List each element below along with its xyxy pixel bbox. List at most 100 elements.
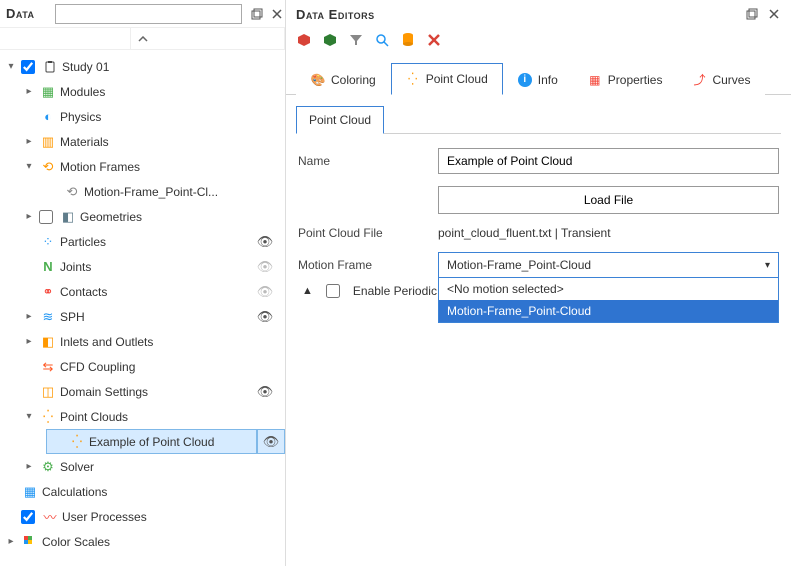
tab-coloring[interactable]: 🎨 Coloring [296, 63, 391, 95]
data-panel-title: Data [6, 6, 35, 21]
tree-row-contacts[interactable]: ▸ ⚭ Contacts 👁 [0, 279, 285, 304]
tree-label: SPH [60, 310, 251, 324]
checkbox-geometries[interactable] [39, 210, 53, 224]
close-icon[interactable] [767, 7, 781, 21]
filter-row [0, 28, 285, 50]
filter-cell-1[interactable] [0, 28, 131, 49]
chevron-down-icon[interactable]: ▾ [4, 61, 18, 72]
checkbox-user-processes[interactable] [21, 510, 35, 524]
tree-label: Motion Frames [60, 160, 279, 174]
chevron-right-icon[interactable]: ▸ [22, 311, 36, 322]
eye-icon[interactable]: 👁 [257, 309, 274, 325]
chevron-right-icon[interactable]: ▸ [4, 536, 18, 547]
chevron-right-icon[interactable]: ▸ [22, 86, 36, 97]
tab-info[interactable]: i Info [503, 63, 573, 95]
data-search-input[interactable] [55, 4, 242, 24]
tree-row-user-processes[interactable]: ▸ 〰 User Processes [0, 504, 285, 529]
tree-row-point-clouds[interactable]: ▾ ⁛ Point Clouds [0, 404, 285, 429]
tree-row-study[interactable]: ▾ Study 01 [0, 54, 285, 79]
tree-row-point-cloud-item[interactable]: ▸ ⁛ Example of Point Cloud [46, 429, 257, 454]
editors-panel: Data Editors 🎨 Coloring ⁛ Point Cloud i … [286, 0, 791, 566]
calculations-icon: ▦ [22, 484, 38, 500]
zoom-icon[interactable] [374, 32, 390, 48]
chevron-down-icon[interactable]: ▾ [22, 411, 36, 422]
tree-label: Domain Settings [60, 385, 251, 399]
eye-off-icon[interactable]: 👁 [257, 259, 274, 275]
tree-label: Point Clouds [60, 410, 279, 424]
tree-row-geometries[interactable]: ▸ ◧ Geometries [0, 204, 285, 229]
delete-icon[interactable] [426, 32, 442, 48]
tab-properties[interactable]: ▦ Properties [573, 63, 678, 95]
cube-green-icon[interactable] [322, 32, 338, 48]
tree-row-cfd[interactable]: ▸ ⇆ CFD Coupling [0, 354, 285, 379]
tree-row-particles[interactable]: ▸ ⁘ Particles 👁 [0, 229, 285, 254]
data-panel: Data ▾ Study 01 ▸ ▦ Modules ▸ ◐ Physics [0, 0, 286, 566]
subtab-point-cloud[interactable]: Point Cloud [296, 106, 384, 134]
chevron-right-icon[interactable]: ▸ [22, 461, 36, 472]
cube-red-icon[interactable] [296, 32, 312, 48]
editors-toolbar [286, 28, 791, 56]
eye-icon[interactable]: 👁 [263, 434, 280, 450]
tab-point-cloud[interactable]: ⁛ Point Cloud [391, 63, 503, 95]
chevron-right-icon[interactable]: ▸ [22, 211, 36, 222]
cylinder-icon[interactable] [400, 32, 416, 48]
tree-row-domain[interactable]: ▸ ◫ Domain Settings 👁 [0, 379, 285, 404]
user-processes-icon: 〰 [42, 509, 58, 525]
dropdown-option-none[interactable]: <No motion selected> [439, 278, 778, 300]
tree-row-inlets[interactable]: ▸ ◧ Inlets and Outlets [0, 329, 285, 354]
chevron-right-icon[interactable]: ▸ [22, 336, 36, 347]
tree-row-motion-frame-item[interactable]: ▸ ⟲ Motion-Frame_Point-Cl... [0, 179, 285, 204]
filter-icon[interactable] [348, 32, 364, 48]
cfd-icon: ⇆ [40, 359, 56, 375]
editor-subtabs: Point Cloud [286, 95, 791, 134]
motion-select-value: Motion-Frame_Point-Cloud [447, 258, 591, 272]
tree-row-color-scales[interactable]: ▸ Color Scales [0, 529, 285, 554]
detach-icon[interactable] [745, 7, 759, 21]
chevron-right-icon[interactable]: ▸ [22, 136, 36, 147]
chevron-down-icon[interactable]: ▾ [22, 161, 36, 172]
tree-row-modules[interactable]: ▸ ▦ Modules [0, 79, 285, 104]
tree-row-joints[interactable]: ▸ N Joints 👁 [0, 254, 285, 279]
tree-label: Example of Point Cloud [89, 435, 250, 449]
filter-chevron-icon[interactable] [131, 28, 155, 49]
particles-icon: ⁘ [40, 234, 56, 250]
tree-row-motion-frames[interactable]: ▾ ⟲ Motion Frames [0, 154, 285, 179]
form-row-load: Load File [298, 186, 779, 214]
tree-label: Inlets and Outlets [60, 335, 279, 349]
load-file-button[interactable]: Load File [438, 186, 779, 214]
data-tree: ▾ Study 01 ▸ ▦ Modules ▸ ◐ Physics ▸ ▥ M… [0, 50, 285, 566]
periodic-checkbox[interactable] [326, 284, 340, 298]
tree-row-sph[interactable]: ▸ ≋ SPH 👁 [0, 304, 285, 329]
motion-frame-select[interactable]: Motion-Frame_Point-Cloud ▾ [438, 252, 779, 278]
properties-icon: ▦ [588, 73, 602, 87]
tab-curves[interactable]: ⤴ Curves [677, 63, 765, 95]
close-icon[interactable] [270, 7, 284, 21]
motion-select-wrap: Motion-Frame_Point-Cloud ▾ <No motion se… [438, 252, 779, 278]
eye-icon[interactable]: 👁 [257, 384, 274, 400]
tab-label: Info [538, 73, 558, 87]
eye-icon[interactable]: 👁 [257, 234, 274, 250]
form-row-name: Name [298, 148, 779, 174]
dropdown-option-motion-frame[interactable]: Motion-Frame_Point-Cloud [439, 300, 778, 322]
file-value: point_cloud_fluent.txt | Transient [438, 226, 611, 240]
tree-label: Solver [60, 460, 279, 474]
tree-row-solver[interactable]: ▸ ⚙ Solver [0, 454, 285, 479]
eye-off-icon[interactable]: 👁 [257, 284, 274, 300]
tree-row-calculations[interactable]: ▸ ▦ Calculations [0, 479, 285, 504]
tree-row-physics[interactable]: ▸ ◐ Physics [0, 104, 285, 129]
filter-cell-2[interactable] [155, 28, 286, 49]
tab-label: Point Cloud [426, 72, 488, 86]
tab-label: Curves [712, 73, 750, 87]
tree-label: CFD Coupling [60, 360, 279, 374]
tree-row-materials[interactable]: ▸ ▥ Materials [0, 129, 285, 154]
joints-icon: N [40, 259, 56, 275]
motion-frames-icon: ⟲ [40, 159, 56, 175]
motion-frame-icon: ⟲ [64, 184, 80, 200]
point-clouds-icon: ⁛ [40, 409, 56, 425]
tree-label: Motion-Frame_Point-Cl... [84, 185, 279, 199]
detach-icon[interactable] [250, 7, 264, 21]
checkbox-study[interactable] [21, 60, 35, 74]
collapse-up-icon[interactable]: ▲ [302, 285, 313, 297]
name-input[interactable] [438, 148, 779, 174]
domain-icon: ◫ [40, 384, 56, 400]
